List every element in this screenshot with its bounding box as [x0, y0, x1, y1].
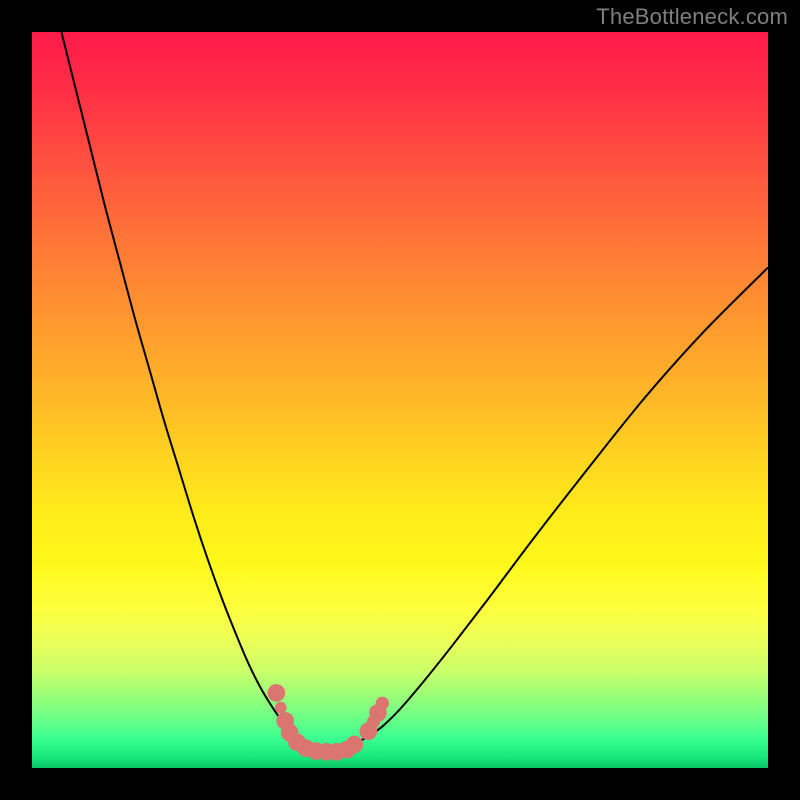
watermark-text: TheBottleneck.com — [596, 4, 788, 30]
plot-area — [32, 32, 768, 768]
chart-stage: TheBottleneck.com — [0, 0, 800, 800]
curve-svg — [32, 32, 768, 768]
curve-right-path — [356, 268, 768, 743]
curve-left-path — [61, 32, 304, 743]
marker-dots — [268, 684, 389, 761]
